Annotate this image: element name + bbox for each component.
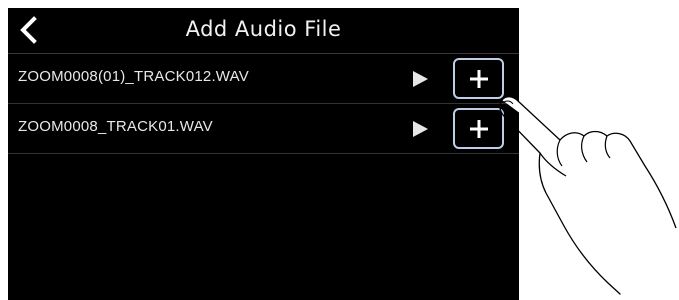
page-title: Add Audio File [185, 17, 342, 41]
pointing-hand-illustration [499, 96, 677, 295]
file-row: ZOOM0008_TRACK01.WAV [8, 104, 519, 154]
file-name: ZOOM0008_TRACK01.WAV [18, 118, 213, 135]
header-bar: Add Audio File [8, 8, 519, 54]
play-button[interactable] [410, 119, 430, 139]
play-icon [413, 121, 428, 137]
file-name: ZOOM0008(01)_TRACK012.WAV [18, 68, 249, 85]
file-row: ZOOM0008(01)_TRACK012.WAV [8, 54, 519, 104]
device-screen: Add Audio File ZOOM0008(01)_TRACK012.WAV… [8, 8, 519, 300]
play-icon [413, 71, 428, 87]
play-button[interactable] [410, 69, 430, 89]
